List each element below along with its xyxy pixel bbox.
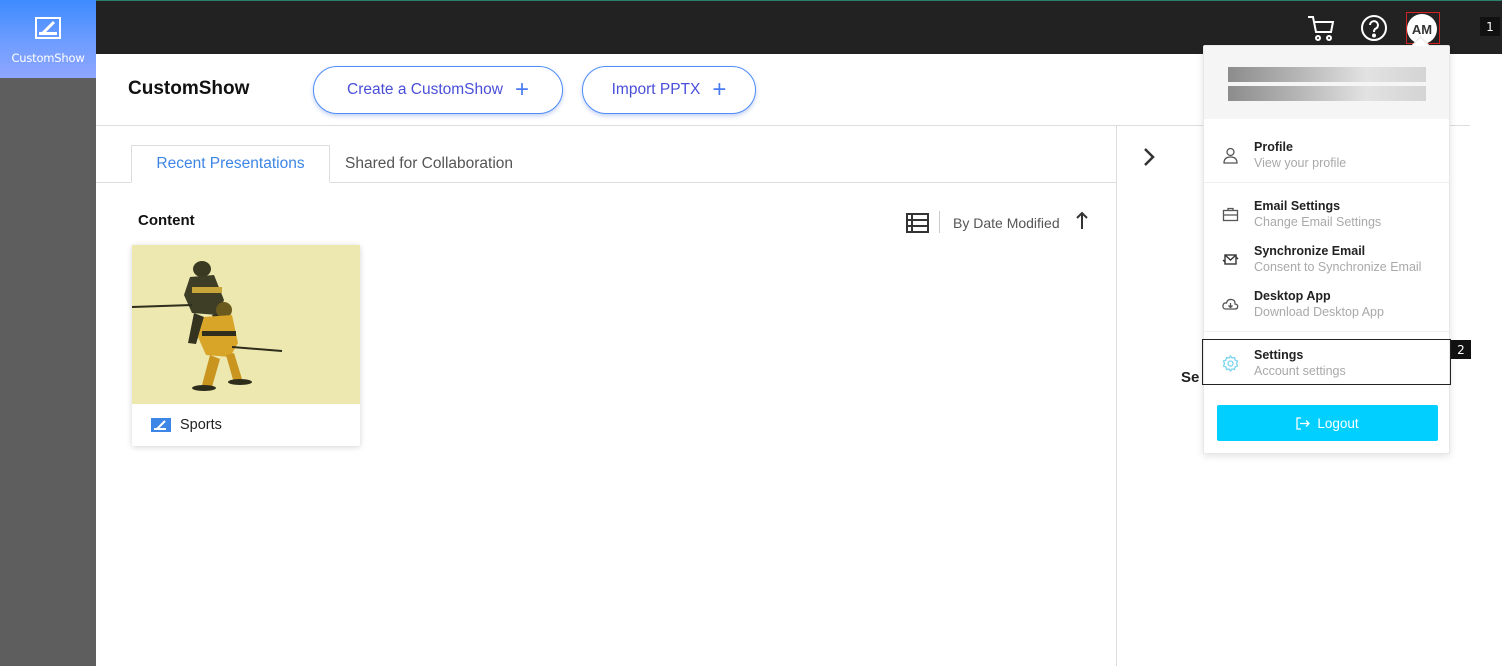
menu-item-subtitle: Download Desktop App xyxy=(1254,305,1384,319)
menu-item-title: Desktop App xyxy=(1254,289,1331,303)
import-pptx-button[interactable]: Import PPTX + xyxy=(582,66,756,114)
menu-item-title: Profile xyxy=(1254,140,1293,154)
briefcase-icon xyxy=(1222,207,1239,222)
user-icon xyxy=(1223,147,1238,164)
arrow-up-icon[interactable] xyxy=(1075,211,1089,231)
plus-icon: + xyxy=(712,76,727,103)
redacted-user-name xyxy=(1228,67,1426,82)
redacted-user-email xyxy=(1228,86,1426,101)
page-title: CustomShow xyxy=(128,78,250,99)
tab-bar: Recent Presentations Shared for Collabor… xyxy=(96,126,1116,183)
card-title: Sports xyxy=(180,417,222,433)
list-view-icon[interactable] xyxy=(906,213,929,233)
left-rail: CustomShow xyxy=(0,0,96,666)
logout-icon xyxy=(1296,416,1311,430)
create-customshow-label: Create a CustomShow xyxy=(347,81,503,98)
logout-button[interactable]: Logout xyxy=(1217,405,1438,441)
menu-item-subtitle: Consent to Synchronize Email xyxy=(1254,260,1422,274)
menu-separator xyxy=(1204,182,1449,183)
card-footer[interactable]: Sports xyxy=(132,404,360,446)
customshow-logo-icon xyxy=(35,17,61,39)
tab-recent-presentations[interactable]: Recent Presentations xyxy=(131,145,330,183)
plus-icon: + xyxy=(514,76,529,103)
right-panel-divider xyxy=(1116,126,1117,666)
import-pptx-label: Import PPTX xyxy=(611,81,701,98)
menu-item-synchronize-email[interactable]: Synchronize Email Consent to Synchronize… xyxy=(1204,239,1449,283)
menu-item-title: Synchronize Email xyxy=(1254,244,1366,258)
section-title: Content xyxy=(138,212,195,229)
annotation-number-2: 2 xyxy=(1451,340,1471,359)
rail-brand-button[interactable]: CustomShow xyxy=(0,0,96,78)
cart-icon[interactable] xyxy=(1306,13,1336,43)
sort-divider xyxy=(939,211,940,233)
hockey-thumbnail-image xyxy=(132,245,360,404)
annotation-box-2 xyxy=(1202,339,1451,385)
tab-shared-for-collaboration[interactable]: Shared for Collaboration xyxy=(345,145,513,183)
menu-item-subtitle: Change Email Settings xyxy=(1254,215,1382,229)
menu-item-title: Email Settings xyxy=(1254,199,1341,213)
annotation-leader-line xyxy=(1440,27,1480,28)
right-panel-text: Se xyxy=(1181,369,1200,386)
menu-item-email-settings[interactable]: Email Settings Change Email Settings xyxy=(1204,194,1449,238)
menu-user-header xyxy=(1204,46,1449,119)
chevron-right-icon[interactable] xyxy=(1141,146,1157,168)
annotation-number-1: 1 xyxy=(1480,17,1500,36)
help-icon[interactable] xyxy=(1359,13,1389,43)
logout-label: Logout xyxy=(1317,415,1359,431)
cloud-download-icon xyxy=(1222,298,1239,310)
presentation-icon xyxy=(151,418,171,432)
rail-brand-label: CustomShow xyxy=(11,51,85,65)
menu-item-profile[interactable]: Profile View your profile xyxy=(1204,135,1449,179)
presentation-card[interactable]: Sports xyxy=(132,245,360,446)
menu-item-subtitle: View your profile xyxy=(1254,156,1347,170)
sort-by-date-button[interactable]: By Date Modified xyxy=(953,215,1060,231)
card-thumbnail[interactable] xyxy=(132,245,360,404)
account-dropdown-menu: Profile View your profile Email Settings… xyxy=(1203,45,1450,454)
sync-mail-icon xyxy=(1222,254,1239,265)
menu-separator xyxy=(1204,331,1449,332)
create-customshow-button[interactable]: Create a CustomShow + xyxy=(313,66,563,114)
menu-item-desktop-app[interactable]: Desktop App Download Desktop App xyxy=(1204,284,1449,328)
